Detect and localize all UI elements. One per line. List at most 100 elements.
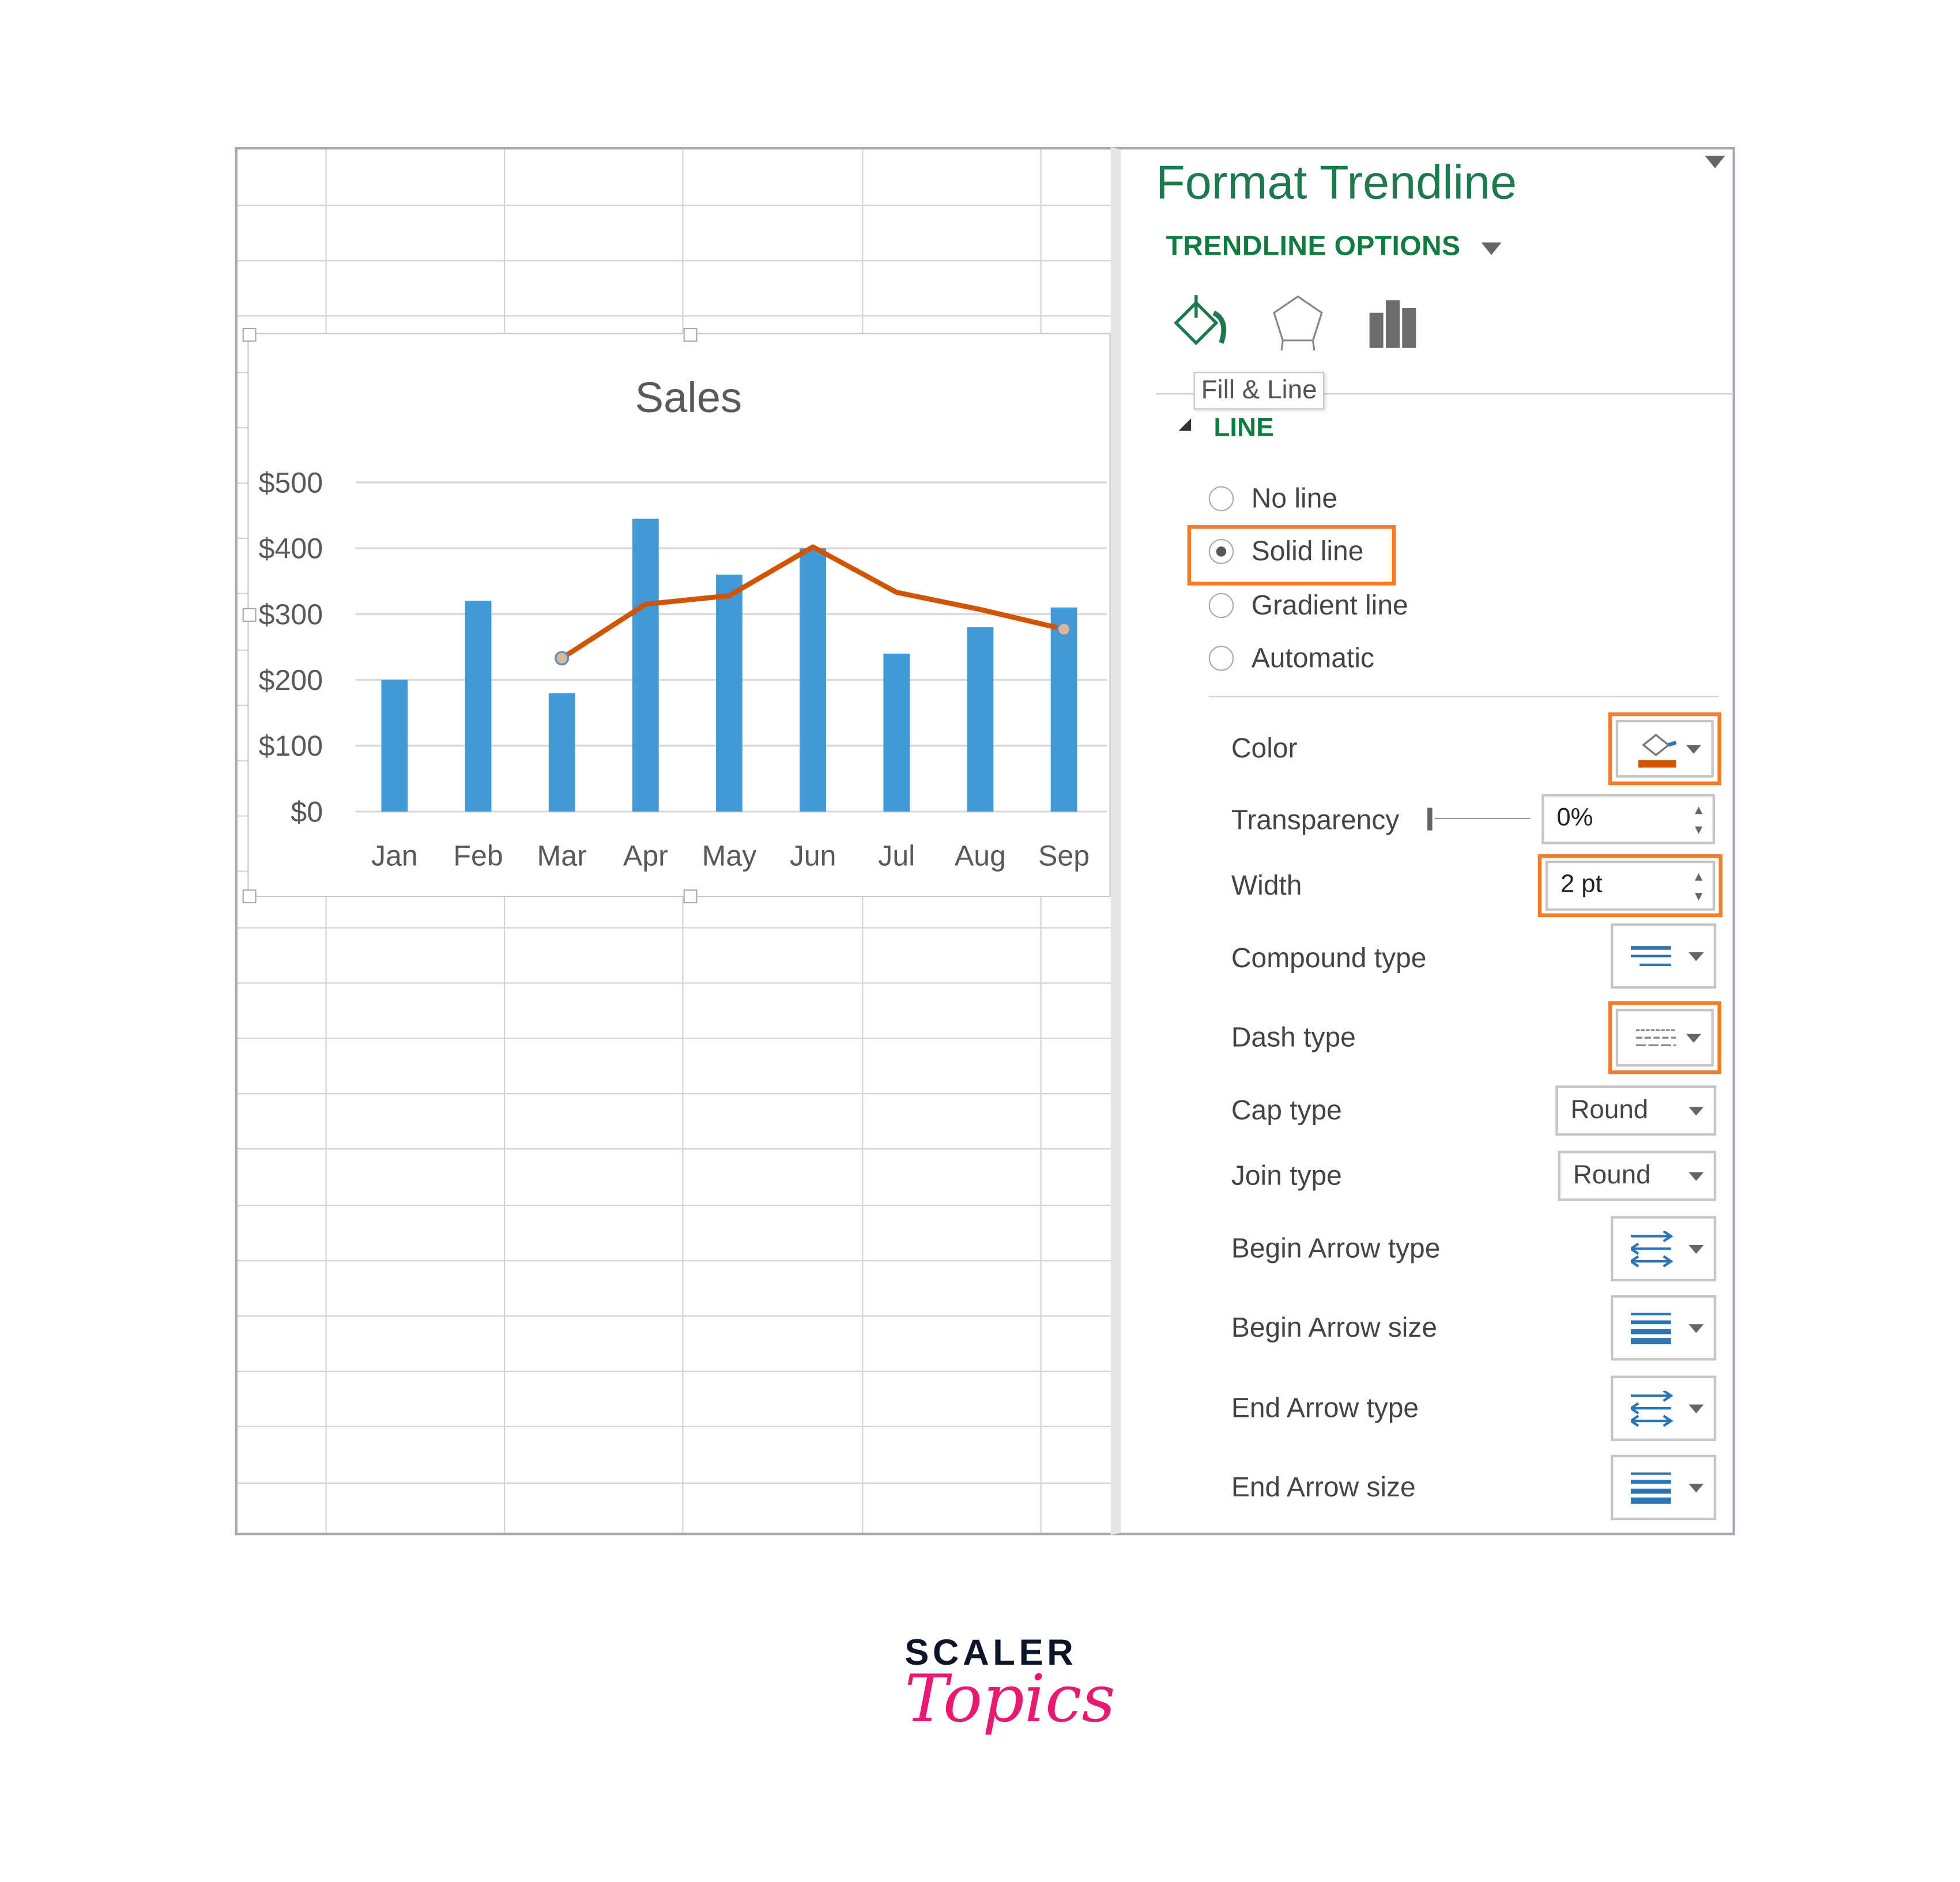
join-type-dropdown[interactable]: Round [1558, 1151, 1717, 1201]
end-arrow-size-dropdown[interactable] [1611, 1454, 1717, 1521]
y-tick-label: $300 [259, 598, 323, 631]
radio-button[interactable] [1208, 646, 1234, 671]
y-tick-label: $200 [259, 664, 323, 696]
tab-fill-line[interactable] [1171, 290, 1234, 357]
fill-line-icon [1174, 295, 1227, 345]
scaler-topics-logo: SCALER Topics [904, 1633, 1115, 1738]
logo-topics: Topics [904, 1662, 1115, 1738]
grid-row-line [237, 926, 1111, 928]
radio-button[interactable] [1208, 593, 1234, 618]
x-tick-label: Jan [371, 840, 418, 872]
format-trendline-panel: Format Trendline TRENDLINE OPTIONS Fill … [1110, 147, 1735, 1536]
grid-row-line [237, 1426, 1111, 1428]
trendline-options-dropdown[interactable]: TRENDLINE OPTIONS [1166, 230, 1501, 263]
arrow-size-icon [1630, 1472, 1671, 1504]
radio-label: Gradient line [1251, 589, 1408, 621]
chevron-down-icon [1688, 1172, 1704, 1181]
chevron-down-icon [1688, 1404, 1704, 1413]
resize-handle[interactable] [683, 327, 698, 342]
grid-row-line [237, 1204, 1111, 1206]
spinner-icon[interactable]: ▴ ▾ [1695, 799, 1702, 839]
cap-type-label: Cap type [1231, 1094, 1342, 1126]
resize-handle[interactable] [242, 327, 257, 342]
grid-row-line [237, 1093, 1111, 1095]
chart-title: Sales [635, 374, 742, 421]
chevron-down-icon [1688, 1483, 1704, 1493]
grid-row-line [237, 315, 1111, 318]
arrow-size-icon [1630, 1313, 1671, 1345]
bar-feb [465, 601, 492, 812]
options-label: TRENDLINE OPTIONS [1166, 229, 1461, 262]
radio-label: No line [1251, 482, 1338, 514]
panel-title: Format Trendline [1156, 157, 1517, 210]
chevron-down-icon [1688, 952, 1704, 961]
bar-aug [967, 627, 994, 812]
chevron-down-icon [1688, 1244, 1704, 1254]
bar-jun [800, 548, 827, 812]
join-type-value: Round [1573, 1160, 1651, 1190]
collapse-triangle-icon[interactable] [1178, 418, 1192, 431]
tooltip: Fill & Line [1193, 372, 1325, 410]
x-tick-label: Jun [790, 840, 836, 872]
grid-row-line [237, 260, 1111, 262]
begin-arrow-size-label: Begin Arrow size [1231, 1311, 1438, 1343]
resize-handle[interactable] [242, 608, 257, 622]
bar-jan [381, 680, 408, 812]
tab-effects[interactable] [1269, 293, 1326, 360]
width-label: Width [1231, 869, 1302, 901]
chevron-down-icon [1688, 1107, 1704, 1116]
compound-type-label: Compound type [1231, 942, 1427, 974]
cap-type-dropdown[interactable]: Round [1555, 1085, 1717, 1136]
highlight-box [1537, 854, 1723, 918]
transparency-slider-handle[interactable] [1427, 808, 1433, 831]
grid-row-line [237, 1259, 1111, 1261]
color-label: Color [1231, 732, 1298, 764]
chart-area[interactable]: Sales $0 $100 $200 $300 $400 $500 Jan Feb Mar Apr M… [242, 327, 1111, 904]
y-tick-label: $400 [259, 533, 323, 565]
chevron-down-icon [1481, 242, 1501, 255]
divider [1208, 696, 1719, 697]
stage: Sales $0 $100 $200 $300 $400 $500 Jan Feb Mar Apr M… [0, 0, 1960, 1882]
compound-lines-icon [1630, 946, 1671, 967]
transparency-label: Transparency [1231, 804, 1400, 836]
trendline-end-handle [555, 651, 570, 666]
grid-row-line [237, 1481, 1111, 1484]
resize-handle[interactable] [242, 889, 257, 904]
section-line-heading[interactable]: LINE [1213, 413, 1273, 443]
dash-type-label: Dash type [1231, 1021, 1356, 1053]
resize-handle[interactable] [683, 889, 698, 904]
y-tick-label: $100 [259, 730, 323, 762]
compound-type-dropdown[interactable] [1611, 923, 1717, 989]
bar-chart-icon [1369, 300, 1416, 348]
cap-type-value: Round [1570, 1095, 1649, 1125]
y-tick-label: $0 [291, 795, 323, 828]
highlight-box [1608, 1001, 1721, 1074]
begin-arrow-size-dropdown[interactable] [1611, 1295, 1717, 1361]
radio-button[interactable] [1208, 486, 1234, 512]
x-tick-label: Jul [878, 840, 915, 872]
bar-may [716, 574, 742, 812]
grid-row-line [237, 1038, 1111, 1039]
x-tick-label: May [702, 840, 757, 872]
begin-arrow-type-dropdown[interactable] [1611, 1216, 1717, 1282]
pentagon-icon [1273, 295, 1323, 351]
chevron-down-icon [1688, 1324, 1704, 1333]
grid-row-line [237, 982, 1111, 984]
arrows-icon [1630, 1390, 1673, 1427]
arrows-icon [1630, 1231, 1673, 1268]
end-arrow-size-label: End Arrow size [1231, 1471, 1416, 1503]
transparency-slider-track[interactable] [1434, 817, 1531, 820]
bar-apr [632, 518, 659, 812]
transparency-input[interactable]: 0% ▴ ▾ [1541, 794, 1716, 844]
begin-arrow-type-label: Begin Arrow type [1231, 1232, 1441, 1264]
bar-jul [883, 653, 910, 812]
tab-trendline-options[interactable] [1367, 298, 1422, 357]
highlight-box [1187, 525, 1396, 586]
x-tick-label: Aug [955, 840, 1006, 872]
y-tick-label: $500 [259, 466, 323, 499]
grid-row-line [237, 1315, 1111, 1317]
end-arrow-type-label: End Arrow type [1231, 1391, 1419, 1424]
grid-row-line [237, 1148, 1111, 1151]
panel-menu-button[interactable] [1705, 152, 1725, 175]
end-arrow-type-dropdown[interactable] [1611, 1375, 1717, 1441]
